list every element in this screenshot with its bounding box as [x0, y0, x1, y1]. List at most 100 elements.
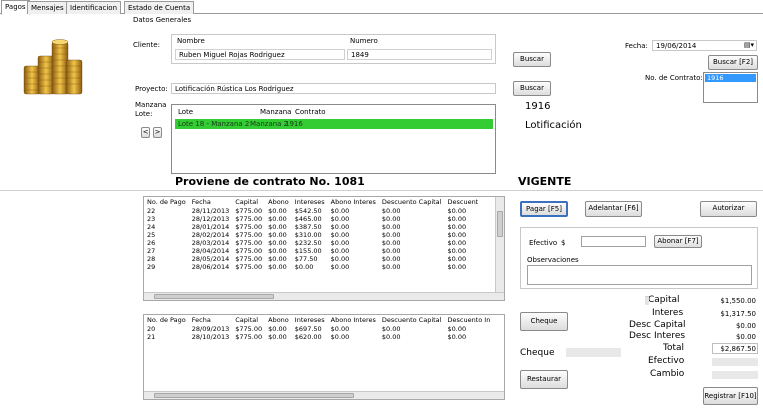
table-cell: $0.00 [330, 231, 350, 239]
table-cell: $0.00 [381, 263, 401, 271]
no-contrato-listbox[interactable]: 1916 [703, 72, 758, 103]
pending-horizontal-scrollbar[interactable] [144, 292, 504, 300]
nombre-header: Nombre [177, 37, 205, 45]
desc-interes-value: $0.00 [735, 333, 756, 341]
scroll-thumb[interactable] [154, 294, 274, 299]
scroll-thumb[interactable] [154, 393, 354, 398]
calendar-dropdown-icon[interactable]: ▤▾ [744, 41, 754, 49]
lote-selected-row[interactable]: Lote 18 - Manzana 2 Manzana 2 1916 [175, 119, 493, 129]
cambio-label: Cambio [650, 369, 685, 379]
tab-estado-de-cuenta[interactable]: Estado de Cuenta [124, 1, 195, 14]
table-cell: $0.00 [330, 263, 350, 271]
pagar-button[interactable]: Pagar [F5] [520, 201, 568, 217]
scroll-thumb[interactable] [497, 211, 503, 237]
table-cell: $697.50 [294, 325, 322, 333]
table-row[interactable]: 23 28/12/2013 $775.00 $0.00 $465.00 $0.00 $0.0… [144, 215, 481, 223]
tab-mensajes[interactable]: Mensajes [27, 1, 68, 14]
table-row[interactable]: 22 28/11/2013 $775.00 $0.00 $542.50 $0.00 $0.0… [144, 207, 481, 215]
lote-label: Lote: [135, 110, 153, 118]
cheque-button[interactable]: Cheque [520, 312, 568, 331]
selected-payments-table[interactable]: No. de Pago Fecha Capital Abono Interese… [143, 314, 505, 400]
capital-value: $1,550.00 [720, 297, 756, 305]
table-cell: $155.00 [294, 247, 322, 255]
table-cell: 29 [147, 263, 156, 271]
table-cell: $0.00 [330, 333, 350, 341]
tab-pagos[interactable]: Pagos [1, 0, 30, 15]
adelantar-button[interactable]: Adelantar [F6] [585, 201, 642, 217]
next-lote-button[interactable]: > [153, 127, 162, 138]
table-row[interactable]: 27 28/04/2014 $775.00 $0.00 $155.00 $0.00 $0.0… [144, 247, 481, 255]
pending-grid: No. de Pago Fecha Capital Abono Interese… [144, 197, 481, 271]
abonar-button[interactable]: Abonar [F7] [654, 235, 702, 248]
table-cell: $775.00 [235, 215, 263, 223]
fecha-picker[interactable]: 19/06/2014 ▤▾ [652, 40, 757, 51]
table-row[interactable]: 26 28/03/2014 $775.00 $0.00 $232.50 $0.00 $0.0… [144, 239, 481, 247]
prev-lote-button[interactable]: < [141, 127, 150, 138]
table-cell: 28/06/2014 [191, 263, 230, 271]
table-row[interactable]: 20 28/09/2013 $775.00 $0.00 $697.50 $0.00 $0.0… [144, 325, 493, 333]
tab-bar: Pagos Mensajes Identificacion Estado de … [0, 0, 763, 15]
tab-identificacion[interactable]: Identificacion [66, 1, 122, 14]
total-value: $2,867.50 [720, 345, 756, 353]
proyecto-label: Proyecto: [135, 85, 168, 93]
pending-vertical-scrollbar[interactable] [495, 197, 504, 293]
table-cell: 23 [147, 215, 156, 223]
pending-payments-table[interactable]: No. de Pago Fecha Capital Abono Interese… [143, 196, 505, 301]
efectivo-input[interactable] [581, 236, 646, 247]
table-cell: $0.00 [268, 239, 287, 247]
autorizar-button[interactable]: Autorizar [700, 201, 757, 217]
table-cell: $310.00 [294, 231, 322, 239]
table-row[interactable]: 28 28/05/2014 $775.00 $0.00 $77.50 $0.00 $0.00… [144, 255, 481, 263]
currency-symbol: $ [561, 239, 566, 247]
table-cell: $0.00 [447, 231, 467, 239]
observaciones-input[interactable] [527, 265, 752, 285]
cliente-nombre-field[interactable]: Ruben Miguel Rojas Rodriguez [175, 49, 345, 60]
table-cell: $775.00 [235, 231, 263, 239]
table-cell: $775.00 [235, 333, 263, 341]
buscar-cliente-button[interactable]: Buscar [513, 52, 551, 67]
col-header: Abono Interes [330, 316, 376, 324]
table-cell: $0.00 [447, 223, 467, 231]
table-cell: $0.00 [330, 215, 350, 223]
table-cell: $0.00 [268, 333, 287, 341]
table-cell: 28/03/2014 [191, 239, 230, 247]
registrar-button[interactable]: Registrar [F10] [703, 387, 758, 405]
table-cell: 28/09/2013 [191, 325, 230, 333]
col-header: No. de Pago [147, 198, 186, 206]
proyecto-field[interactable]: Lotificación Rústica Los Rodriguez [171, 83, 496, 94]
interes-value: $1,317.50 [720, 310, 756, 318]
table-cell: $0.00 [294, 263, 314, 271]
efectivo-summary-label: Efectivo [648, 356, 685, 366]
buscar-proyecto-button[interactable]: Buscar [513, 81, 551, 96]
lote-listbox[interactable]: Lote Manzana Contrato Lote 18 - Manzana … [171, 104, 496, 174]
table-cell: 28/01/2014 [191, 223, 230, 231]
table-cell: 28/12/2013 [191, 215, 230, 223]
buscar-f2-button[interactable]: Buscar [F2] [708, 55, 758, 70]
table-cell: $232.50 [294, 239, 322, 247]
col-header: Fecha [191, 198, 211, 206]
table-cell: $0.00 [268, 263, 287, 271]
table-row[interactable]: 24 28/01/2014 $775.00 $0.00 $387.50 $0.00 $0.0… [144, 223, 481, 231]
cliente-numero-field[interactable]: 1849 [347, 49, 492, 60]
table-row[interactable]: 29 28/06/2014 $775.00 $0.00 $0.00 $0.00 $0.00 $… [144, 263, 481, 271]
bar [645, 296, 649, 305]
desc-capital-value: $0.00 [735, 322, 756, 330]
table-cell: $0.00 [447, 247, 467, 255]
table-cell: 27 [147, 247, 156, 255]
table-cell: $0.00 [447, 239, 467, 247]
table-cell: 28 [147, 255, 156, 263]
cliente-label: Cliente: [133, 41, 160, 49]
coins-logo [18, 36, 88, 98]
no-contrato-selected[interactable]: 1916 [705, 74, 756, 82]
table-cell: $775.00 [235, 247, 263, 255]
table-cell: $0.00 [381, 325, 401, 333]
restaurar-button[interactable]: Restaurar [520, 370, 568, 389]
table-row[interactable]: 25 28/02/2014 $775.00 $0.00 $310.00 $0.00 $0.0… [144, 231, 481, 239]
selected-horizontal-scrollbar[interactable] [144, 391, 504, 399]
table-row[interactable]: 21 28/10/2013 $775.00 $0.00 $620.00 $0.00 $0.0… [144, 333, 493, 341]
table-cell: $0.00 [381, 247, 401, 255]
table-cell: $542.50 [294, 207, 322, 215]
fecha-label: Fecha: [625, 42, 648, 50]
table-cell: $0.00 [268, 231, 287, 239]
cheque-label: Cheque [520, 348, 555, 358]
